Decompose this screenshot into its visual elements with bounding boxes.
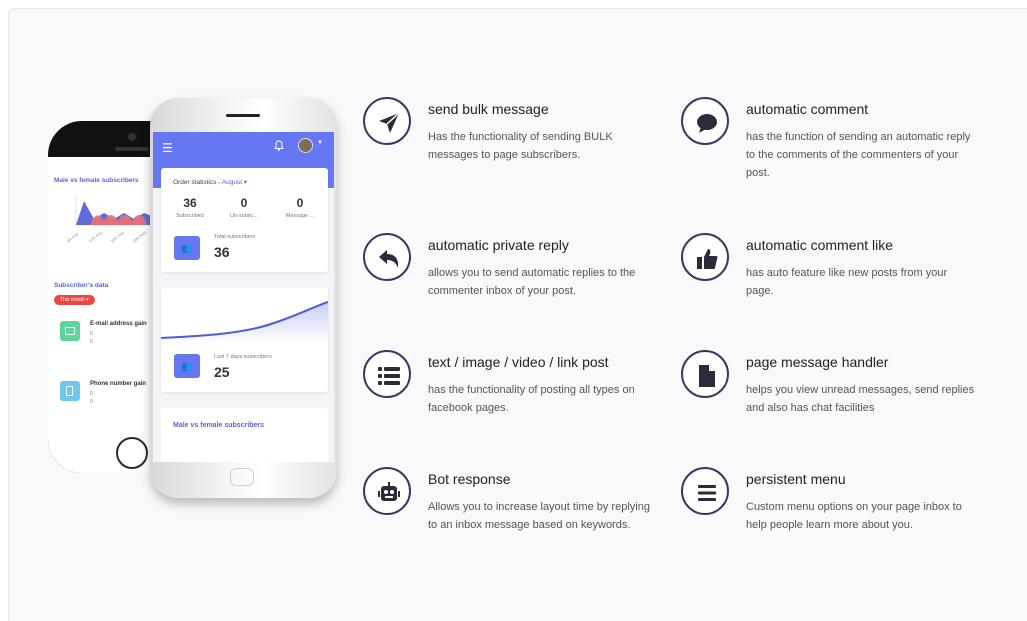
email-gain-label: E-mail address gain (90, 321, 147, 327)
reply-icon (363, 233, 411, 281)
home-button (230, 468, 254, 486)
svg-text:4th Aug: 4th Aug (65, 231, 79, 244)
mobile-phone-icon (60, 381, 80, 401)
feature-description: Has the functionality of sending BULK me… (428, 131, 613, 161)
male-female-card: Male vs female subscribers (161, 408, 328, 462)
stat-unsubscribed: 0 Un-subsc... (219, 196, 269, 219)
order-statistics-label: Order statistics - (173, 179, 222, 186)
robot-icon (363, 467, 411, 515)
order-statistics-card: Order statistics - August ▾ 36 Subscribe… (161, 168, 328, 272)
feature-title: page message handler (746, 354, 889, 370)
phone-mockup-front: ☰ ▼ Order statistics - August ▾ 36 Subsc… (150, 98, 337, 498)
feature-title: automatic comment like (746, 237, 894, 253)
stat-label: Message ... (285, 213, 315, 219)
comment-icon (681, 97, 729, 145)
hamburger-icon[interactable]: ☰ (162, 141, 173, 155)
subscribers-data-title: Subscriber's data (54, 282, 109, 289)
feature-description: helps you view unread messages, send rep… (746, 384, 975, 414)
total-subscribers-label: Total subscribers (214, 234, 256, 240)
phone-gain-value-2: 0 (90, 399, 93, 405)
phone-front-screen: ☰ ▼ Order statistics - August ▾ 36 Subsc… (153, 132, 334, 462)
feature-description: Allows you to increase layout time by re… (428, 501, 650, 531)
feature-title: automatic comment (746, 101, 869, 117)
users-icon: 👥 (174, 236, 200, 260)
stat-subscribed: 36 Subscribed (165, 196, 215, 219)
phone-gain-label: Phone number gain (90, 381, 147, 387)
last-7-days-label: Last 7 days subscribers (214, 354, 272, 360)
stat-label: Subscribed (176, 213, 204, 219)
svg-text:12th Aug: 12th Aug (87, 230, 102, 244)
list-icon (363, 350, 411, 398)
order-statistics-title: Order statistics - August ▾ (173, 178, 247, 186)
camera-icon (128, 133, 136, 141)
feature-title: Bot response (428, 471, 511, 487)
feature-description: has the function of sending an automatic… (746, 131, 971, 179)
trend-line-chart (161, 301, 328, 344)
speaker-grille (226, 114, 260, 117)
thumbs-up-icon (681, 233, 729, 281)
feature-description: has the functionality of posting all typ… (428, 384, 635, 414)
avatar[interactable] (298, 138, 313, 153)
feature-title: text / image / video / link post (428, 354, 609, 370)
feature-title: automatic private reply (428, 237, 569, 253)
feature-description: Custom menu options on your page inbox t… (746, 501, 962, 531)
svg-text:28th Aug: 28th Aug (131, 230, 146, 244)
home-button (116, 437, 148, 469)
month-dropdown[interactable]: August ▾ (222, 179, 247, 186)
stat-label: Un-subsc... (230, 213, 258, 219)
users-icon: 👥 (174, 354, 200, 378)
feature-description: allows you to send automatic replies to … (428, 267, 636, 297)
file-icon (681, 350, 729, 398)
speaker-grille (115, 147, 149, 151)
last-7-days-card: 👥 Last 7 days subscribers 25 (161, 288, 328, 392)
paper-plane-icon (363, 97, 411, 145)
feature-title: send bulk message (428, 101, 549, 117)
feature-title: persistent menu (746, 471, 846, 487)
mini-area-chart: 4th Aug 12th Aug 20th Aug 28th Aug (65, 195, 154, 244)
stat-value: 36 (183, 196, 197, 210)
email-gain-value-1: 0 (90, 331, 93, 337)
male-female-title: Male vs female subscribers (173, 422, 265, 429)
last-7-days-value: 25 (214, 364, 230, 380)
bell-icon[interactable] (274, 140, 284, 151)
menu-bars-icon (681, 467, 729, 515)
total-subscribers-value: 36 (214, 244, 230, 260)
caret-down-icon[interactable]: ▼ (317, 140, 323, 146)
phone-gain-value-1: 0 (90, 391, 93, 397)
stat-value: 0 (296, 196, 304, 210)
svg-text:20th Aug: 20th Aug (109, 230, 124, 244)
stat-message: 0 Message ... (275, 196, 325, 219)
month-filter-pill[interactable]: This month ▾ (54, 295, 95, 305)
chart-title: Male vs female subscribers (54, 177, 139, 184)
email-icon (60, 321, 80, 341)
feature-description: has auto feature like new posts from you… (746, 267, 948, 297)
email-gain-value-2: 0 (90, 339, 93, 345)
stat-value: 0 (240, 196, 248, 210)
